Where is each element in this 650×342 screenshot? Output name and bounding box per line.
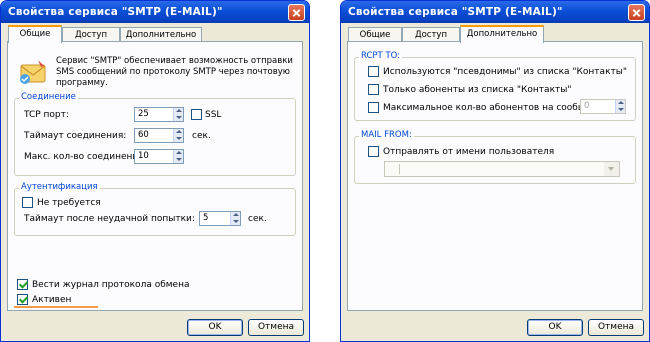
spin-arrows-icon[interactable] bbox=[173, 150, 183, 163]
ssl-checkbox[interactable] bbox=[191, 109, 202, 120]
retry-timeout-stepper[interactable]: 5 bbox=[199, 211, 241, 226]
active-checkbox[interactable] bbox=[17, 294, 28, 305]
connection-timeout-unit: сек. bbox=[192, 131, 211, 141]
auth-not-required-checkbox[interactable] bbox=[22, 197, 33, 208]
service-description: Сервис "SMTP" обеспечивает возможность о… bbox=[56, 56, 293, 88]
spin-arrows-icon[interactable] bbox=[173, 129, 183, 142]
max-recipients-label: Максимальное кол-во абонентов на сообщен… bbox=[383, 103, 613, 113]
aliases-checkbox[interactable] bbox=[368, 66, 379, 77]
max-connections-stepper[interactable]: 10 bbox=[134, 149, 184, 164]
smtp-properties-window-advanced: Свойства сервиса "SMTP (E-MAIL)" Общие Д… bbox=[340, 0, 650, 342]
max-connections-label: Макс. кол-во соединений: bbox=[24, 152, 148, 162]
user-select[interactable] bbox=[384, 161, 620, 177]
only-contacts-label: Только абоненты из списка "Контакты" bbox=[383, 85, 572, 95]
log-protocol-checkbox[interactable] bbox=[17, 279, 28, 290]
max-connections-value: 10 bbox=[138, 151, 149, 161]
auth-group bbox=[14, 188, 296, 236]
close-button[interactable] bbox=[288, 4, 305, 21]
window-title: Свойства сервиса "SMTP (E-MAIL)" bbox=[1, 1, 309, 23]
log-protocol-label: Вести журнал протокола обмена bbox=[32, 280, 190, 290]
select-divider bbox=[399, 164, 400, 174]
connection-timeout-label: Таймаут соединения: bbox=[24, 131, 127, 141]
cancel-button[interactable]: Отмена bbox=[588, 319, 644, 336]
aliases-label: Используются "псевдонимы" из списка "Кон… bbox=[383, 67, 627, 77]
envelope-icon bbox=[20, 60, 46, 84]
active-label: Активен bbox=[32, 295, 72, 305]
retry-timeout-label: Таймаут после неудачной попытки: bbox=[24, 214, 195, 224]
connection-timeout-stepper[interactable]: 60 bbox=[134, 128, 184, 143]
window-title: Свойства сервиса "SMTP (E-MAIL)" bbox=[341, 1, 649, 23]
mail-from-legend: MAIL FROM: bbox=[359, 130, 414, 140]
connection-legend: Соединение bbox=[19, 92, 78, 102]
cancel-button[interactable]: Отмена bbox=[248, 319, 304, 336]
focus-underline bbox=[14, 306, 98, 308]
spin-arrows-icon[interactable] bbox=[615, 100, 625, 113]
retry-timeout-value: 5 bbox=[203, 213, 209, 223]
only-contacts-checkbox[interactable] bbox=[368, 84, 379, 95]
tab-panel-general: Сервис "SMTP" обеспечивает возможность о… bbox=[7, 41, 303, 311]
max-recipients-checkbox[interactable] bbox=[368, 102, 379, 113]
tab-advanced[interactable]: Дополнительно bbox=[460, 25, 544, 43]
send-as-user-checkbox[interactable] bbox=[368, 146, 379, 157]
chevron-down-icon[interactable] bbox=[604, 162, 619, 176]
ok-button[interactable]: OK bbox=[187, 319, 243, 336]
tab-general[interactable]: Общие bbox=[8, 25, 62, 43]
auth-legend: Аутентификация bbox=[19, 182, 100, 192]
retry-timeout-unit: сек. bbox=[248, 214, 267, 224]
close-button[interactable] bbox=[628, 4, 645, 21]
send-as-user-label: Отправлять от имени пользователя bbox=[383, 147, 555, 157]
connection-timeout-value: 60 bbox=[138, 130, 149, 140]
ssl-label: SSL bbox=[205, 110, 222, 120]
tab-panel-advanced: RCPT TO: Используются "псевдонимы" из сп… bbox=[347, 41, 643, 311]
ok-button[interactable]: OK bbox=[527, 319, 583, 336]
auth-not-required-label: Не требуется bbox=[37, 198, 101, 208]
tcp-port-stepper[interactable]: 25 bbox=[134, 107, 184, 122]
max-recipients-stepper[interactable]: 0 bbox=[580, 99, 626, 114]
rcpt-to-legend: RCPT TO: bbox=[359, 51, 403, 61]
smtp-properties-window-general: Свойства сервиса "SMTP (E-MAIL)" Общие Д… bbox=[0, 0, 310, 342]
spin-arrows-icon[interactable] bbox=[230, 212, 240, 225]
tcp-port-label: TCP порт: bbox=[24, 110, 69, 120]
tcp-port-value: 25 bbox=[138, 109, 149, 119]
spin-arrows-icon[interactable] bbox=[173, 108, 183, 121]
max-recipients-value: 0 bbox=[584, 101, 590, 111]
